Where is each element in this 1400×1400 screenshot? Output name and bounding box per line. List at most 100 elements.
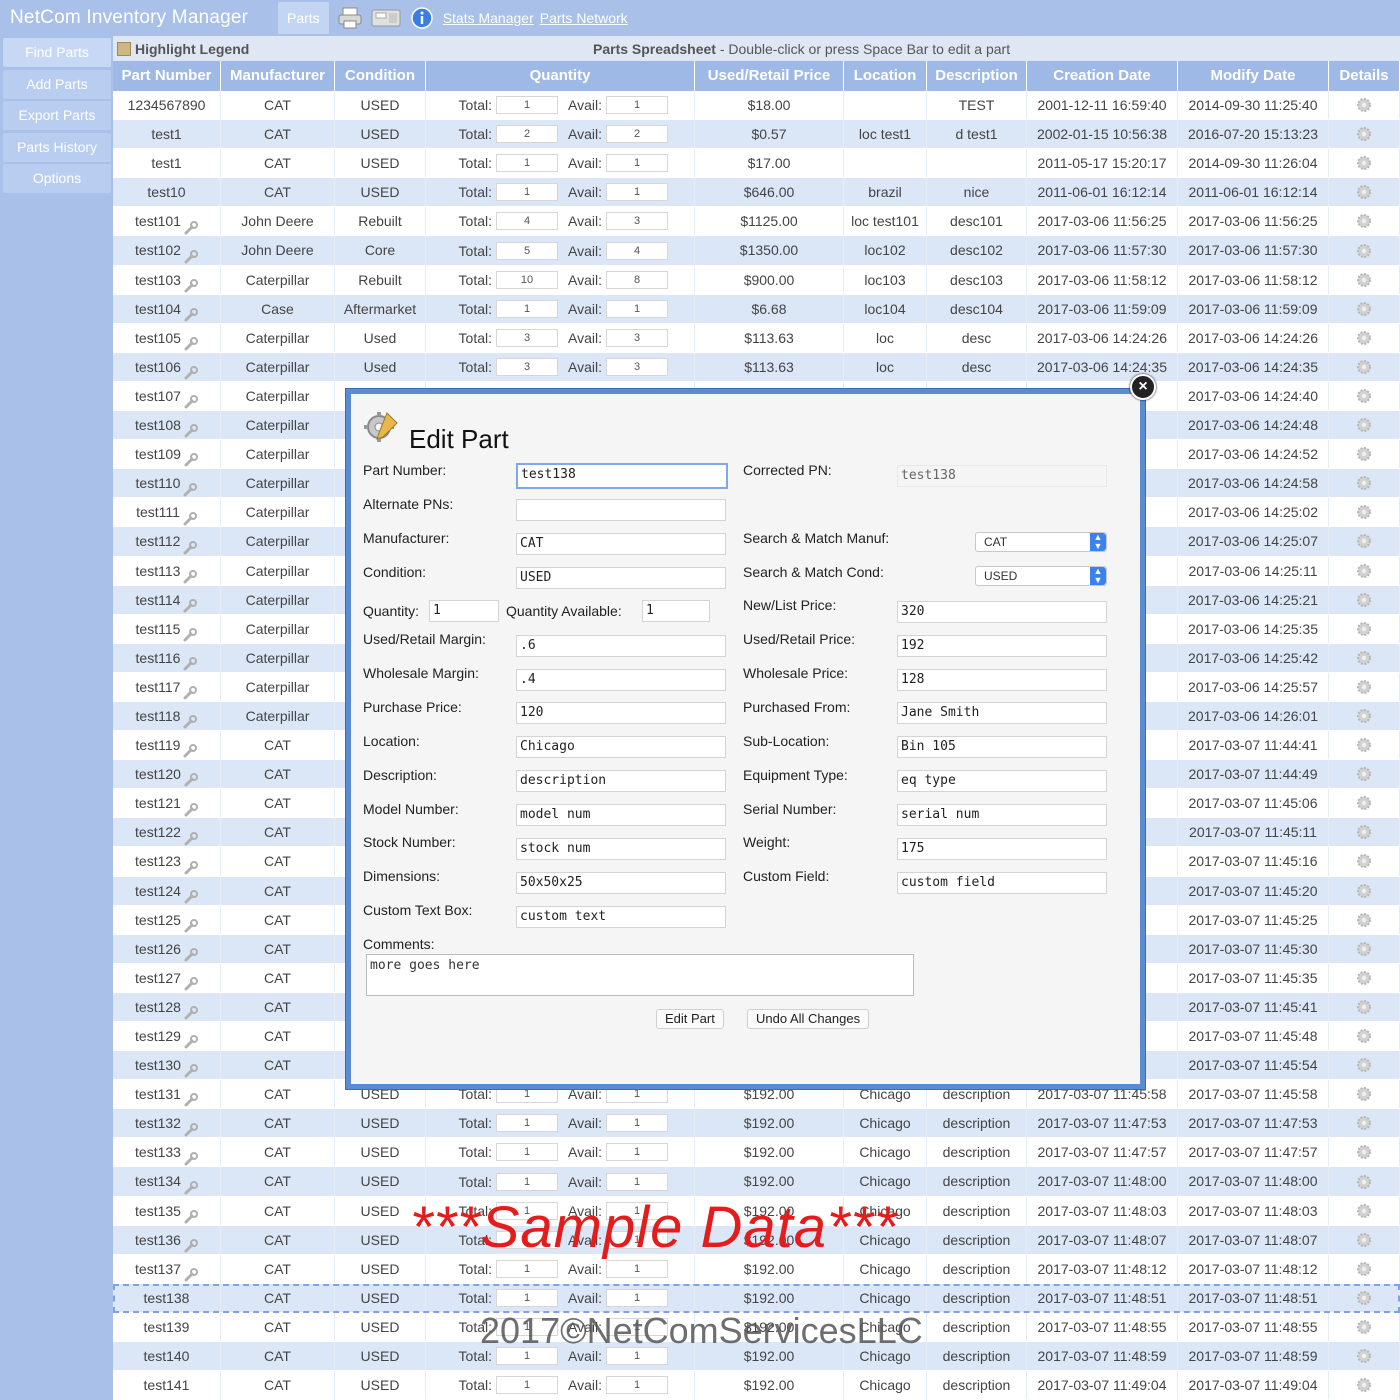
header-details[interactable]: Details — [1329, 61, 1400, 91]
highlight-legend[interactable]: Highlight Legend — [113, 41, 593, 57]
details-gear-icon[interactable] — [1329, 818, 1400, 847]
details-gear-icon[interactable] — [1329, 469, 1400, 498]
tab-parts[interactable]: Parts — [278, 2, 329, 34]
total-qty-input[interactable]: 1 — [496, 183, 558, 202]
details-gear-icon[interactable] — [1329, 672, 1400, 701]
details-gear-icon[interactable] — [1329, 1196, 1400, 1225]
details-gear-icon[interactable] — [1329, 963, 1400, 992]
printer-icon[interactable] — [335, 5, 365, 31]
total-qty-input[interactable]: 1 — [496, 96, 558, 115]
details-gear-icon[interactable] — [1329, 440, 1400, 469]
header-location[interactable]: Location — [844, 61, 927, 91]
used-retail-price-input[interactable]: 192 — [897, 635, 1107, 657]
details-gear-icon[interactable] — [1329, 992, 1400, 1021]
total-qty-input[interactable]: 2 — [496, 125, 558, 144]
table-row[interactable]: test106 Caterpillar Used Total: 3 Avail: 3 $113… — [113, 352, 1400, 382]
equipment-type-input[interactable]: eq type — [897, 770, 1107, 792]
details-gear-icon[interactable] — [1329, 1371, 1400, 1400]
details-gear-icon[interactable] — [1329, 905, 1400, 934]
avail-qty-input[interactable]: 3 — [606, 328, 668, 347]
description-input[interactable]: description — [516, 770, 726, 792]
details-gear-icon[interactable] — [1329, 1225, 1400, 1254]
total-qty-input[interactable]: 1 — [496, 1172, 558, 1191]
details-gear-icon[interactable] — [1329, 1254, 1400, 1283]
details-gear-icon[interactable] — [1329, 207, 1400, 236]
dimensions-input[interactable]: 50x50x25 — [516, 872, 726, 894]
manufacturer-input[interactable]: CAT — [516, 533, 726, 555]
details-gear-icon[interactable] — [1329, 876, 1400, 905]
total-qty-input[interactable]: 1 — [496, 1143, 558, 1162]
undo-all-changes-button[interactable]: Undo All Changes — [747, 1009, 870, 1029]
details-gear-icon[interactable] — [1329, 847, 1400, 876]
avail-qty-input[interactable]: 4 — [606, 241, 668, 260]
close-icon[interactable]: × — [1130, 374, 1156, 400]
avail-qty-input[interactable]: 1 — [606, 1143, 668, 1162]
details-gear-icon[interactable] — [1329, 1138, 1400, 1167]
details-gear-icon[interactable] — [1329, 643, 1400, 672]
avail-qty-input[interactable]: 8 — [606, 270, 668, 289]
total-qty-input[interactable]: 5 — [496, 241, 558, 260]
total-qty-input[interactable]: 1 — [496, 1259, 558, 1278]
total-qty-input[interactable]: 10 — [496, 270, 558, 289]
table-row[interactable]: test104 Case Aftermarket Total: 1 Avail: 1 $6.6… — [113, 294, 1400, 324]
total-qty-input[interactable]: 1 — [496, 1376, 558, 1395]
header-condition[interactable]: Condition — [335, 61, 426, 91]
header-part-number[interactable]: Part Number — [113, 61, 221, 91]
details-gear-icon[interactable] — [1329, 294, 1400, 323]
serial-number-input[interactable]: serial num — [897, 804, 1107, 826]
details-gear-icon[interactable] — [1329, 731, 1400, 760]
details-gear-icon[interactable] — [1329, 701, 1400, 731]
table-row[interactable]: test1 CAT USED Total: 1 Avail: 1 $17.00 2011-05-… — [113, 149, 1400, 179]
total-qty-input[interactable]: 1 — [496, 154, 558, 173]
used-retail-margin-input[interactable]: .6 — [516, 635, 726, 657]
details-gear-icon[interactable] — [1329, 1167, 1400, 1196]
condition-input[interactable]: USED — [516, 567, 726, 589]
quantity-available-input[interactable]: 1 — [642, 600, 710, 622]
custom-text-box-input[interactable]: custom text — [516, 906, 726, 928]
avail-qty-input[interactable]: 1 — [606, 1259, 668, 1278]
purchased-from-input[interactable]: Jane Smith — [897, 702, 1107, 724]
details-gear-icon[interactable] — [1329, 236, 1400, 265]
sidebar-item-export-parts[interactable]: Export Parts — [3, 101, 111, 130]
stock-number-input[interactable]: stock num — [516, 838, 726, 860]
details-gear-icon[interactable] — [1329, 585, 1400, 614]
sm-cond-select[interactable]: USED ▲ ▼ — [975, 566, 1107, 586]
new-list-price-input[interactable]: 320 — [897, 601, 1107, 623]
details-gear-icon[interactable] — [1329, 178, 1400, 207]
details-gear-icon[interactable] — [1329, 1283, 1400, 1312]
details-gear-icon[interactable] — [1329, 352, 1400, 381]
details-gear-icon[interactable] — [1329, 1080, 1400, 1109]
details-gear-icon[interactable] — [1329, 381, 1400, 411]
total-qty-input[interactable]: 4 — [496, 212, 558, 231]
details-gear-icon[interactable] — [1329, 934, 1400, 963]
avail-qty-input[interactable]: 2 — [606, 125, 668, 144]
avail-qty-input[interactable]: 1 — [606, 1376, 668, 1395]
sm-manuf-select[interactable]: CAT ▲ ▼ — [975, 532, 1107, 552]
total-qty-input[interactable]: 1 — [496, 299, 558, 318]
total-qty-input[interactable]: 1 — [496, 1114, 558, 1133]
info-icon[interactable] — [407, 5, 437, 31]
details-gear-icon[interactable] — [1329, 760, 1400, 789]
sidebar-item-options[interactable]: Options — [3, 164, 111, 193]
table-row[interactable]: test138 CAT USED Total: 1 Avail: 1 $192.00 Chica… — [113, 1283, 1400, 1313]
model-number-input[interactable]: model num — [516, 804, 726, 826]
details-gear-icon[interactable] — [1329, 614, 1400, 643]
wholesale-margin-input[interactable]: .4 — [516, 669, 726, 691]
table-row[interactable]: test134 CAT USED Total: 1 Avail: 1 $192.00 Chica… — [113, 1167, 1400, 1197]
table-row[interactable]: test101 John Deere Rebuilt Total: 4 Avail: 3 $1… — [113, 207, 1400, 237]
stats-manager-link[interactable]: Stats Manager — [443, 10, 534, 26]
details-gear-icon[interactable] — [1329, 265, 1400, 294]
location-input[interactable]: Chicago — [516, 736, 726, 758]
avail-qty-input[interactable]: 1 — [606, 96, 668, 115]
details-gear-icon[interactable] — [1329, 149, 1400, 178]
header-description[interactable]: Description — [927, 61, 1027, 91]
part-number-input[interactable]: test138 — [516, 463, 728, 489]
avail-qty-input[interactable]: 1 — [606, 154, 668, 173]
avail-qty-input[interactable]: 1 — [606, 1114, 668, 1133]
purchase-price-input[interactable]: 120 — [516, 702, 726, 724]
custom-field-input[interactable]: custom field — [897, 872, 1107, 894]
details-gear-icon[interactable] — [1329, 1312, 1400, 1342]
sidebar-item-find-parts[interactable]: Find Parts — [3, 38, 111, 67]
details-gear-icon[interactable] — [1329, 527, 1400, 556]
table-row[interactable]: test141 CAT USED Total: 1 Avail: 1 $192.00 Chica… — [113, 1371, 1400, 1400]
